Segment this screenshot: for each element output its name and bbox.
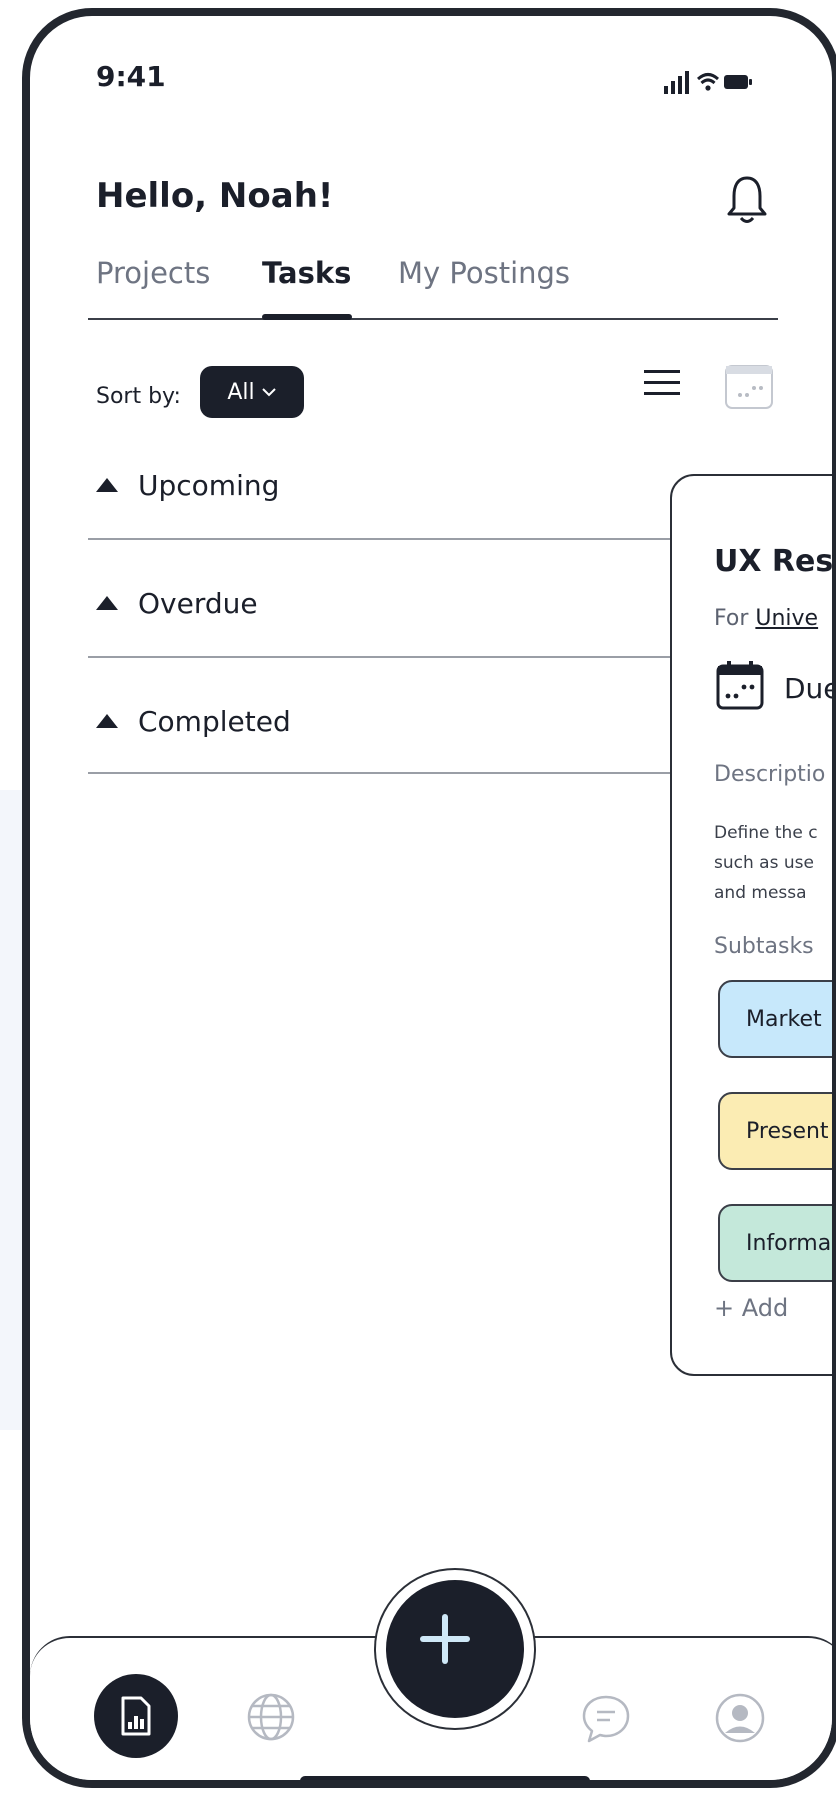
- task-due-date: Due: [784, 672, 836, 705]
- task-client-link[interactable]: Unive: [755, 606, 818, 631]
- add-subtask-button[interactable]: + Add: [714, 1294, 788, 1322]
- subtask-item[interactable]: Informa: [718, 1204, 832, 1282]
- task-title: UX Rese: [714, 544, 834, 579]
- bell-icon[interactable]: [726, 174, 768, 226]
- background-accent: [0, 790, 22, 1430]
- subtasks-label: Subtasks: [714, 934, 814, 959]
- wifi-icon: [696, 73, 720, 91]
- section-label: Overdue: [138, 586, 258, 620]
- subtask-item[interactable]: Present: [718, 1092, 832, 1170]
- list-view-icon[interactable]: [644, 368, 680, 398]
- expand-triangle-icon: [96, 714, 118, 728]
- tabs-divider: [88, 318, 778, 320]
- signal-icon: [664, 71, 689, 94]
- description-label: Descriptio: [714, 762, 826, 787]
- battery-icon: [724, 75, 752, 89]
- section-label: Completed: [138, 704, 291, 738]
- tab-tasks[interactable]: Tasks: [262, 256, 351, 290]
- calendar-view-icon[interactable]: [724, 362, 774, 410]
- chevron-down-icon: [261, 388, 276, 397]
- globe-icon[interactable]: [246, 1692, 296, 1742]
- section-upcoming[interactable]: Upcoming: [96, 454, 696, 516]
- reports-icon: [121, 1696, 151, 1736]
- active-tab-indicator: [262, 314, 352, 320]
- sort-label: Sort by:: [96, 384, 181, 409]
- profile-icon[interactable]: [714, 1692, 766, 1744]
- tab-my-postings[interactable]: My Postings: [398, 256, 570, 290]
- section-overdue[interactable]: Overdue: [96, 572, 696, 634]
- task-detail-card[interactable]: UX Rese For Unive Due Descriptio Define …: [670, 474, 836, 1376]
- calendar-icon: [716, 661, 764, 710]
- task-client-prefix: For: [714, 606, 756, 631]
- add-task-button[interactable]: [376, 1570, 534, 1728]
- task-description: Define the c such as use and messa: [714, 823, 818, 903]
- expand-triangle-icon: [96, 596, 118, 610]
- nav-reports[interactable]: [94, 1674, 178, 1758]
- plus-icon: [420, 1614, 470, 1664]
- sort-value: All: [227, 379, 255, 405]
- home-indicator: [300, 1776, 590, 1780]
- section-completed[interactable]: Completed: [96, 690, 696, 752]
- section-divider: [88, 656, 708, 658]
- subtask-item[interactable]: Market: [718, 980, 832, 1058]
- section-divider: [88, 538, 708, 540]
- status-icons: [664, 71, 752, 94]
- phone-frame: 9:41 Hello, Noah! Projects Tasks My Post…: [22, 8, 836, 1788]
- chat-icon[interactable]: [580, 1694, 632, 1744]
- task-client: For Unive: [714, 606, 818, 631]
- greeting: Hello, Noah!: [96, 176, 334, 216]
- status-time: 9:41: [96, 60, 166, 93]
- section-divider: [88, 772, 708, 774]
- tab-projects[interactable]: Projects: [96, 256, 210, 290]
- section-label: Upcoming: [138, 468, 280, 502]
- expand-triangle-icon: [96, 478, 118, 492]
- sort-dropdown[interactable]: All: [200, 366, 304, 418]
